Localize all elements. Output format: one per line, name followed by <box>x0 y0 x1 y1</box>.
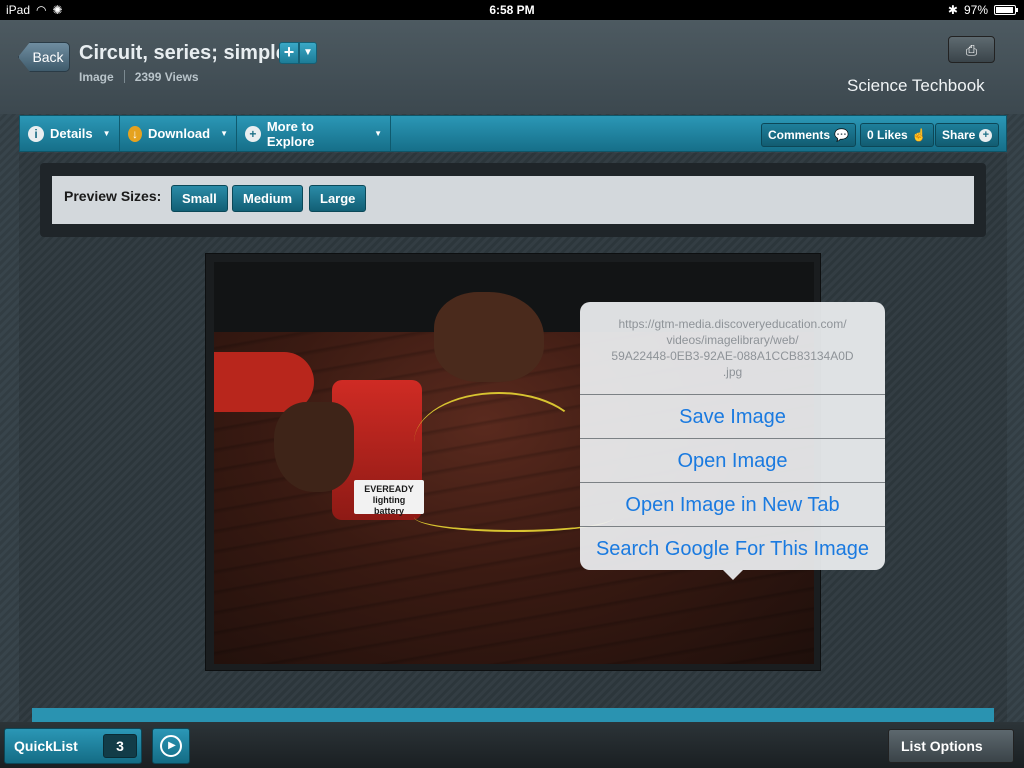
preview-sizes-label: Preview Sizes: <box>64 188 162 204</box>
info-icon: i <box>28 125 44 142</box>
image-url-line: https://gtm-media.discoveryeducation.com… <box>618 317 847 331</box>
yellow-wire <box>414 392 584 492</box>
open-image-option[interactable]: Open Image <box>580 438 885 482</box>
battery-percent: 97% <box>963 3 988 17</box>
list-options-button[interactable]: List Options <box>888 729 1014 763</box>
comments-label: Comments <box>768 128 831 142</box>
add-options-dropdown[interactable]: ▼ <box>299 42 317 64</box>
image-url-line: videos/imagelibrary/web/ <box>666 333 799 347</box>
likes-label: 0 Likes <box>867 128 908 142</box>
app: Back Circuit, series; simple + ▼ Image 2… <box>0 20 1024 722</box>
brand-label: Science Techbook <box>847 76 985 95</box>
battery-icon <box>994 5 1018 15</box>
meta-divider <box>123 70 125 83</box>
toolbar: i Details ▼ ↓ Download ▼ + More to Explo… <box>19 115 1007 152</box>
details-menu[interactable]: i Details ▼ <box>20 116 120 151</box>
right-hand <box>434 292 544 382</box>
back-button[interactable]: Back <box>18 42 70 72</box>
download-icon: ↓ <box>128 125 142 142</box>
caret-down-icon: ▼ <box>220 129 228 138</box>
open-image-new-tab-option[interactable]: Open Image in New Tab <box>580 482 885 526</box>
preview-sizes-panel: Preview Sizes: Small Medium Large <box>40 163 986 237</box>
page-title: Circuit, series; simple <box>79 42 287 64</box>
size-small-button[interactable]: Small <box>171 185 228 212</box>
download-label: Download <box>147 126 211 141</box>
caret-down-icon: ▼ <box>102 129 111 138</box>
caret-down-icon: ▼ <box>374 129 382 138</box>
bottom-bar: QuickList 3 ▶ List Options <box>0 722 1024 768</box>
bluetooth-icon: ✱ <box>947 3 958 17</box>
preview-sizes-bar: Preview Sizes: Small Medium Large <box>52 176 974 224</box>
printer-icon: ⎙ <box>965 42 978 58</box>
play-icon: ▶ <box>160 735 182 757</box>
likes-button[interactable]: 0 Likes ☝ <box>860 123 934 147</box>
add-to-quicklist-button[interactable]: + <box>279 42 299 64</box>
quicklist-count-badge: 3 <box>103 734 137 758</box>
details-label: Details <box>50 126 93 141</box>
view-count: 2399 Views <box>134 70 199 84</box>
section-header-bar <box>32 708 994 722</box>
image-url: https://gtm-media.discoveryeducation.com… <box>580 316 885 380</box>
image-url-line: 59A22448-0EB3-92AE-088A1CCB83134A0D <box>611 349 854 363</box>
hand-pointer-icon: ☝ <box>911 128 927 142</box>
play-button[interactable]: ▶ <box>152 728 190 764</box>
left-hand <box>274 402 354 492</box>
image-url-line: .jpg <box>722 365 743 379</box>
image-action-sheet: https://gtm-media.discoveryeducation.com… <box>580 302 885 580</box>
size-large-button[interactable]: Large <box>309 185 367 212</box>
more-to-explore-menu[interactable]: + More to Explore ▼ <box>237 116 391 151</box>
page-header: Back Circuit, series; simple + ▼ Image 2… <box>0 20 1024 114</box>
size-medium-button[interactable]: Medium <box>232 185 304 212</box>
plus-circle-icon: + <box>245 125 261 142</box>
status-time: 6:58 PM <box>489 3 535 17</box>
more-to-explore-label: More to Explore <box>266 118 315 149</box>
media-type: Image <box>79 70 114 84</box>
download-menu[interactable]: ↓ Download ▼ <box>120 116 237 151</box>
quicklist-button[interactable]: QuickList 3 <box>4 728 142 764</box>
plus-circle-icon: + <box>979 128 993 142</box>
asset-meta: Image 2399 Views <box>79 70 199 84</box>
status-bar: iPad ◠ ✺ 6:58 PM ✱ 97% <box>0 0 1024 20</box>
share-button[interactable]: Share + <box>935 123 1000 147</box>
title-actions: + ▼ <box>279 42 317 64</box>
save-image-option[interactable]: Save Image <box>580 394 885 438</box>
share-label: Share <box>942 128 976 142</box>
search-google-image-option[interactable]: Search Google For This Image <box>580 526 885 570</box>
print-button[interactable]: ⎙ <box>948 36 995 63</box>
speech-bubble-icon: 💬 <box>834 128 849 142</box>
comments-button[interactable]: Comments 💬 <box>761 123 856 147</box>
quicklist-label: QuickList <box>14 738 78 754</box>
